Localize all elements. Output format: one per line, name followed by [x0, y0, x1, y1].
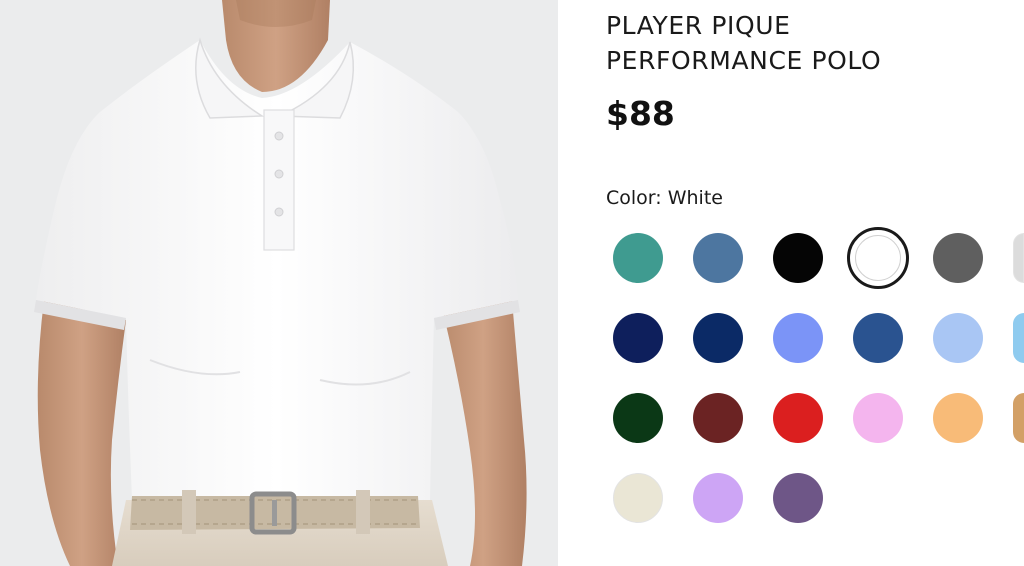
color-swatch-lavender[interactable] [693, 473, 743, 523]
selected-swatch-fill [855, 235, 901, 281]
color-swatch-teal[interactable] [613, 233, 663, 283]
color-swatch-black[interactable] [773, 233, 823, 283]
polo-shirt-illustration [0, 0, 558, 566]
color-swatch-royal-blue[interactable] [853, 313, 903, 363]
color-swatch-dark-navy[interactable] [693, 313, 743, 363]
color-swatch-sky-blue[interactable] [1013, 313, 1024, 363]
color-swatch-tan[interactable] [1013, 393, 1024, 443]
product-image[interactable] [0, 0, 558, 566]
color-swatch-red[interactable] [773, 393, 823, 443]
color-swatch-light-blue[interactable] [933, 313, 983, 363]
color-swatch-forest-green[interactable] [613, 393, 663, 443]
color-swatch-purple[interactable] [773, 473, 823, 523]
color-swatch-maroon[interactable] [693, 393, 743, 443]
color-swatch-grid [606, 0, 1024, 566]
color-swatch-cream[interactable] [613, 473, 663, 523]
color-swatch-pink[interactable] [853, 393, 903, 443]
color-swatch-steel-blue[interactable] [693, 233, 743, 283]
product-info: PLAYER PIQUE PERFORMANCE POLO $88 Color:… [606, 0, 1024, 566]
color-swatch-periwinkle[interactable] [773, 313, 823, 363]
color-swatch-white[interactable] [847, 227, 909, 289]
product-page: PLAYER PIQUE PERFORMANCE POLO $88 Color:… [0, 0, 1024, 566]
color-swatch-charcoal[interactable] [933, 233, 983, 283]
color-swatch-light-gray[interactable] [1013, 233, 1024, 283]
color-swatch-navy[interactable] [613, 313, 663, 363]
color-swatch-peach[interactable] [933, 393, 983, 443]
